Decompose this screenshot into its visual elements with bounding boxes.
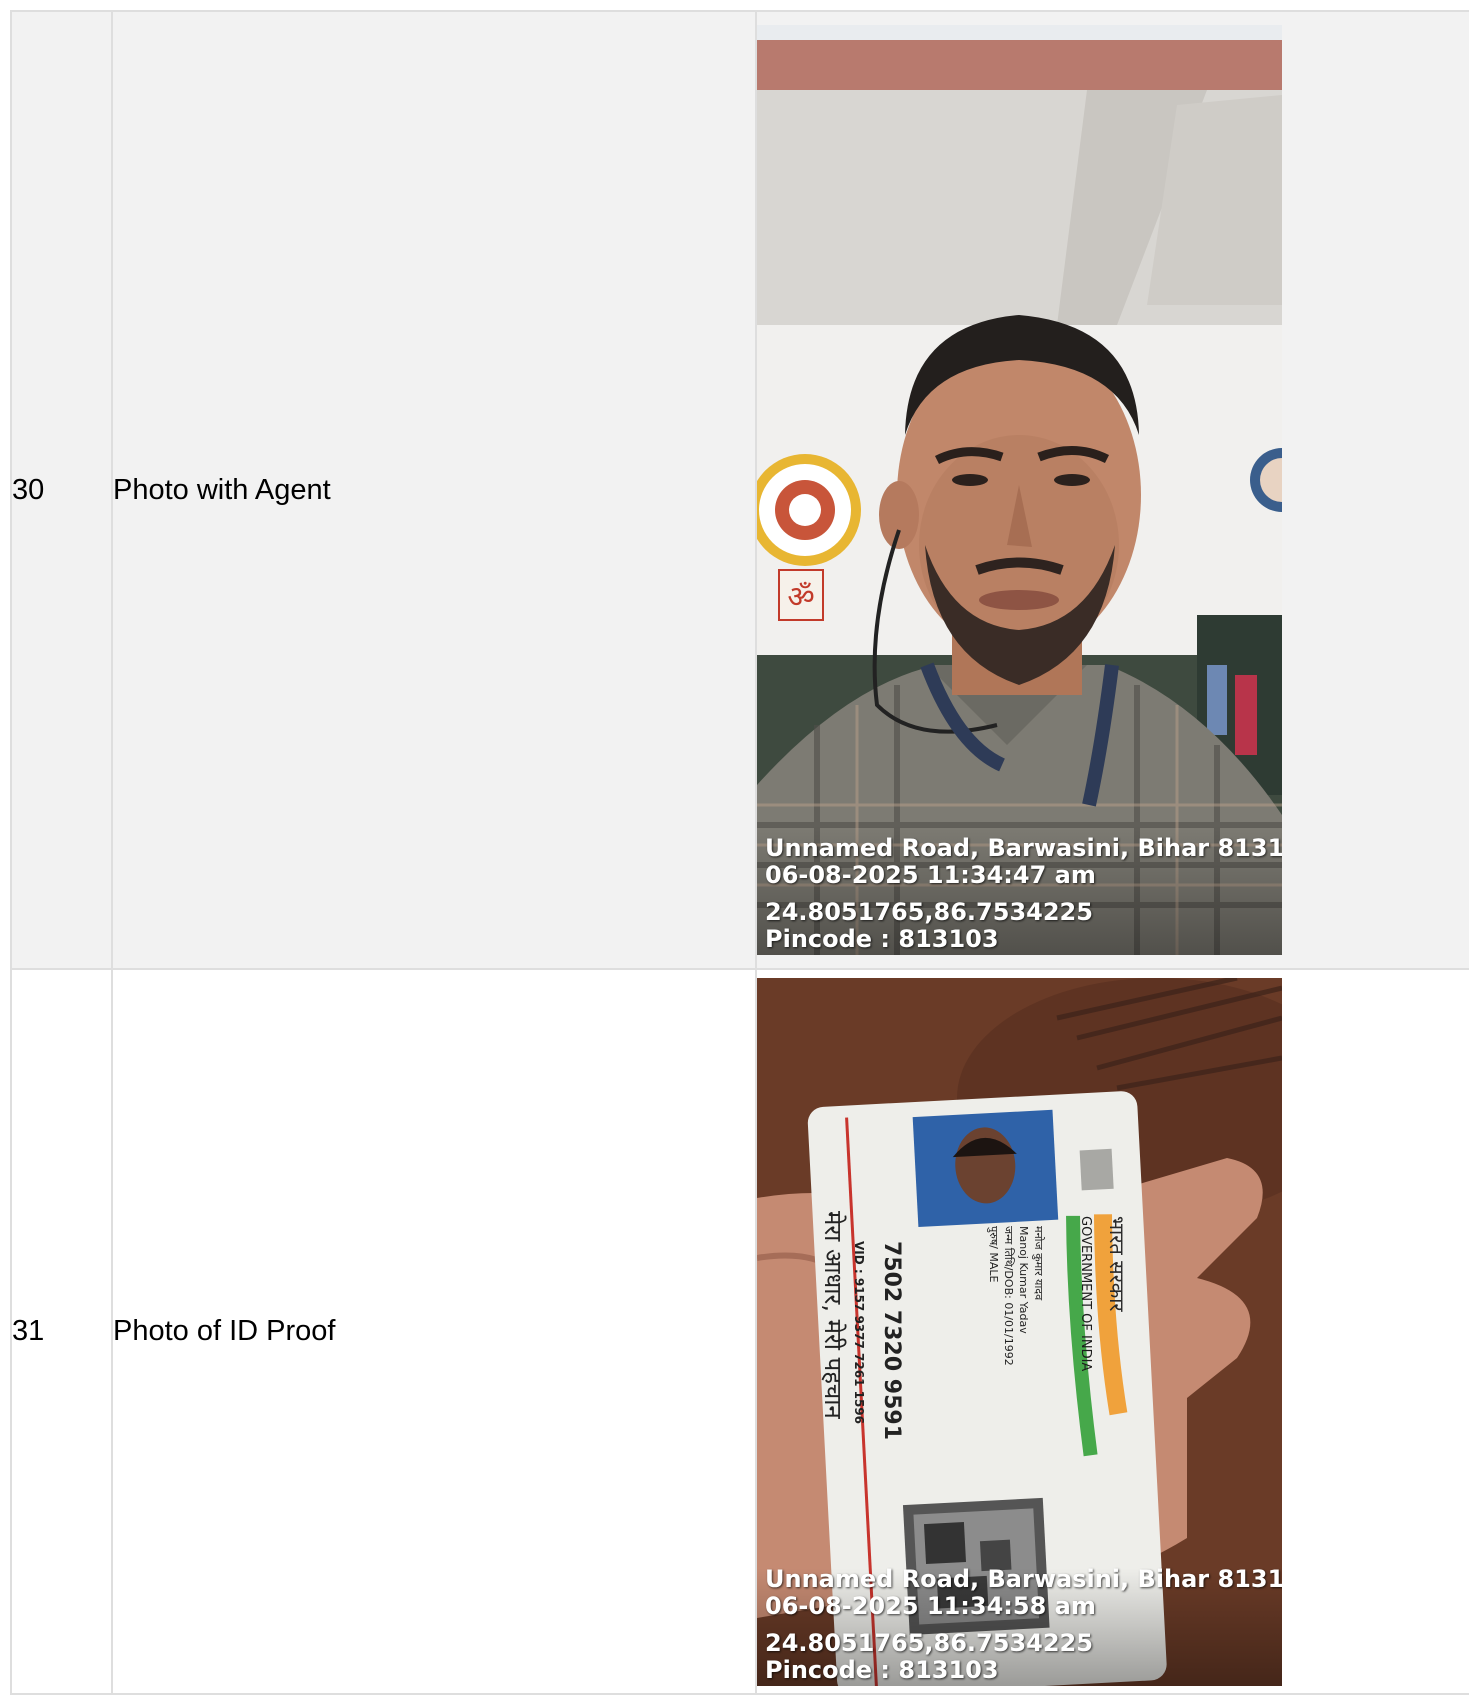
photo-cell: भारत सरकार GOVERNMENT OF INDIA मनोज कुमा…	[755, 968, 1469, 1695]
table-row: 30 Photo with Agent ॐ Unnamed Road, Barw…	[10, 10, 1469, 970]
card-header-hindi: भारत सरकार	[1105, 1216, 1129, 1312]
card-aadhaar-number: 7502 7320 9591	[879, 1241, 904, 1440]
stamp-datetime: 06-08-2025 11:34:47 am	[765, 861, 1096, 889]
stamp-pincode: Pincode : 813103	[765, 925, 999, 953]
selfie-image: ॐ	[757, 25, 1282, 955]
stamp-datetime: 06-08-2025 11:34:58 am	[765, 1591, 1096, 1620]
id-proof-photo[interactable]: भारत सरकार GOVERNMENT OF INDIA मनोज कुमा…	[757, 977, 1282, 1686]
row-number: 30	[10, 10, 113, 970]
card-tagline: मेरा आधार, मेरी पहचान	[819, 1211, 847, 1419]
checklist-table: 30 Photo with Agent ॐ Unnamed Road, Barw…	[10, 10, 1469, 1695]
stamp-coordinates: 24.8051765,86.7534225	[765, 898, 1093, 926]
card-header-english: GOVERNMENT OF INDIA	[1078, 1216, 1093, 1371]
geotag-stamp: Unnamed Road, Barwasini, Bihar 813103, 0…	[765, 835, 1282, 953]
stamp-coordinates: 24.8051765,86.7534225	[765, 1628, 1093, 1657]
stamp-address: Unnamed Road, Barwasini, Bihar 813103,	[765, 834, 1282, 862]
agent-selfie-photo[interactable]: ॐ Unnamed Road, Barwasini, Bihar 813103,…	[757, 25, 1282, 955]
table-row: 31 Photo of ID Proof भारत सरकार GOVERNME…	[10, 968, 1469, 1695]
svg-text:ॐ: ॐ	[787, 580, 814, 615]
card-vid: VID : 9157 9377 7261 1596	[852, 1241, 866, 1424]
document-table-page: 30 Photo with Agent ॐ Unnamed Road, Barw…	[10, 10, 1469, 1695]
row-label: Photo with Agent	[111, 10, 757, 970]
geotag-stamp: Unnamed Road, Barwasini, Bihar 813103, 0…	[765, 1564, 1282, 1684]
row-label: Photo of ID Proof	[111, 968, 757, 1695]
card-name-hindi: मनोज कुमार यादव	[1032, 1226, 1045, 1301]
card-dob: जन्म तिथि/DOB: 01/01/1992	[1002, 1226, 1015, 1366]
photo-cell: ॐ Unnamed Road, Barwasini, Bihar 813103,…	[755, 10, 1469, 970]
stamp-address: Unnamed Road, Barwasini, Bihar 813103,	[765, 1564, 1282, 1593]
stamp-pincode: Pincode : 813103	[765, 1655, 999, 1684]
card-name-english: Manoj Kumar Yadav	[1017, 1226, 1030, 1334]
card-gender: पुरुष/ MALE	[987, 1226, 1000, 1283]
row-number: 31	[10, 968, 113, 1695]
